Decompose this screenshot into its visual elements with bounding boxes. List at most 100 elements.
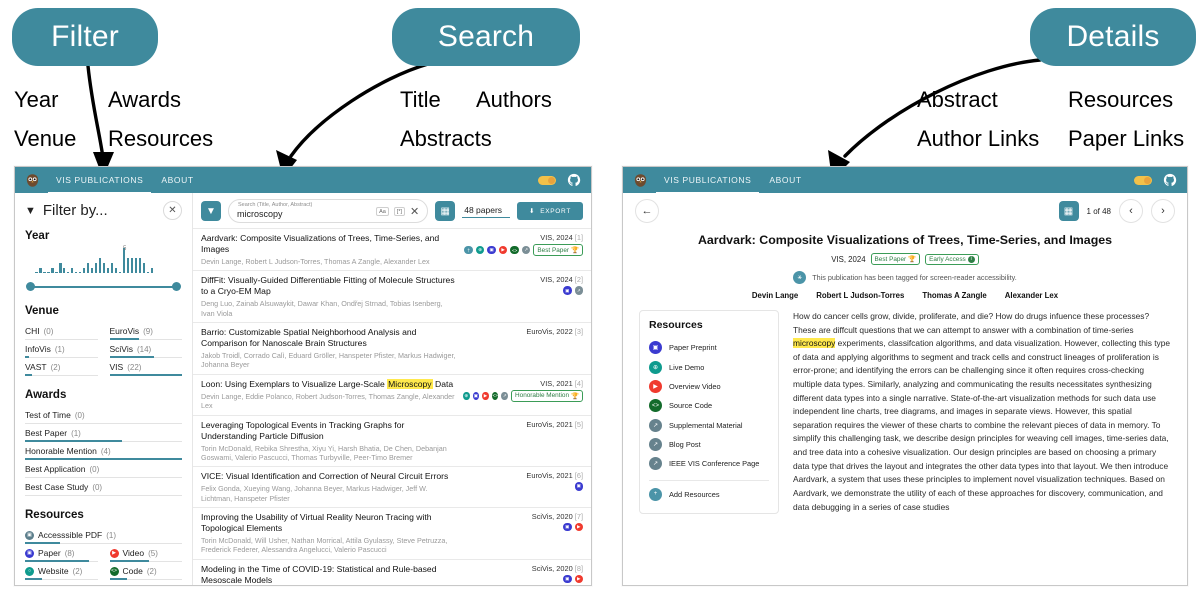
video-icon[interactable]: ▶ — [482, 391, 489, 401]
filter-chip-honorable-mention[interactable]: Honorable Mention (4) — [25, 442, 182, 460]
paper-icon[interactable]: ▣ — [563, 522, 572, 532]
filter-chip-scivis[interactable]: SciVis (14) — [109, 340, 182, 358]
nav-about[interactable]: ABOUT — [159, 170, 195, 190]
filter-chip-code[interactable]: <> Code (2) — [109, 562, 182, 580]
filter-toggle-icon[interactable]: ▼ — [201, 201, 221, 221]
resource-link-ieee-vis-conference-page[interactable]: ↗ IEEE VIS Conference Page — [649, 454, 769, 473]
table-row[interactable]: DiffFit: Visually-Guided Differentiable … — [193, 270, 591, 322]
paper-side: VIS, 2024 [2] ▣ ↗ — [463, 275, 583, 295]
chevron-right-icon[interactable]: › — [1151, 199, 1175, 223]
match-case-icon[interactable]: Aa — [376, 206, 389, 216]
accessible-pdf-icon[interactable]: † — [464, 245, 473, 255]
filter-chip-vis[interactable]: VIS (22) — [109, 358, 182, 376]
filter-chip-chi[interactable]: CHI (0) — [25, 322, 98, 340]
export-button[interactable]: ⬇ EXPORT — [517, 202, 583, 220]
slider-handle-min[interactable] — [26, 282, 35, 291]
github-icon[interactable] — [567, 173, 581, 187]
paper-icon[interactable]: ▣ — [563, 286, 572, 295]
year-bar — [70, 268, 74, 273]
resource-link-source-code[interactable]: <> Source Code — [649, 396, 769, 415]
paper-icon[interactable]: ▣ — [574, 482, 583, 491]
whole-word-icon[interactable]: [*] — [393, 206, 405, 216]
filter-chip-vast[interactable]: VAST (2) — [25, 358, 98, 376]
paper-title[interactable]: Barrio: Customizable Spatial Neighborhoo… — [201, 327, 457, 349]
year-bar — [146, 272, 150, 273]
clear-search-icon[interactable]: ✕ — [410, 205, 419, 218]
filter-chip-best-application[interactable]: Best Application (0) — [25, 460, 182, 478]
paper-title[interactable]: Loon: Using Exemplars to Visualize Large… — [201, 378, 457, 390]
author-link[interactable]: Alexander Lex — [1005, 291, 1058, 300]
author-link[interactable]: Thomas A Zangle — [922, 291, 986, 300]
nav-about[interactable]: ABOUT — [767, 170, 803, 190]
video-icon[interactable]: ▶ — [574, 574, 583, 584]
table-row[interactable]: Aardvark: Composite Visualizations of Tr… — [193, 228, 591, 270]
filter-chip-video[interactable]: ▶ Video (5) — [109, 544, 182, 562]
resource-link-live-demo[interactable]: ⊕ Live Demo — [649, 357, 769, 376]
arrow-left-icon[interactable]: ← — [635, 199, 659, 223]
publication-list[interactable]: Aardvark: Composite Visualizations of Tr… — [193, 228, 591, 585]
resource-label: Supplemental Material — [669, 420, 743, 430]
external-link-icon[interactable]: ↗ — [501, 391, 509, 401]
table-row[interactable]: VICE: Visual Identification and Correcti… — [193, 466, 591, 507]
filter-chip-accesssible-pdf[interactable]: ▣ Accesssible PDF (1) — [25, 526, 182, 544]
add-resources-button[interactable]: + Add Resources — [649, 485, 769, 504]
website-icon[interactable]: ⊕ — [462, 391, 470, 401]
filter-chip-eurovis[interactable]: EuroVis (9) — [109, 322, 182, 340]
grid-view-icon[interactable]: ▦ — [1058, 201, 1079, 221]
paper-title[interactable]: Modeling in the Time of COVID-19: Statis… — [201, 564, 457, 585]
video-icon[interactable]: ▶ — [574, 522, 583, 532]
resource-link-blog-post[interactable]: ↗ Blog Post — [649, 435, 769, 454]
table-row[interactable]: Modeling in the Time of COVID-19: Statis… — [193, 558, 591, 585]
resource-link-supplemental-material[interactable]: ↗ Supplemental Material — [649, 416, 769, 435]
badge-early-access[interactable]: Early Access i — [925, 253, 979, 265]
year-histogram[interactable]: 5 — [25, 246, 182, 281]
table-row[interactable]: Leveraging Topological Events in Trackin… — [193, 414, 591, 467]
paper-main: Modeling in the Time of COVID-19: Statis… — [201, 564, 457, 585]
year-range-slider[interactable] — [25, 282, 182, 292]
filter-chip-count: (1) — [106, 530, 117, 540]
resource-link-overview-video[interactable]: ▶ Overview Video — [649, 377, 769, 396]
paper-title[interactable]: VICE: Visual Identification and Correcti… — [201, 471, 457, 482]
paper-index: [8] — [574, 563, 583, 573]
badge-best-paper[interactable]: Best Paper 🏆 — [870, 253, 921, 265]
external-link-icon[interactable]: ↗ — [521, 245, 531, 255]
website-icon[interactable]: ⊕ — [475, 245, 485, 255]
resource-link-paper-preprint[interactable]: ▣ Paper Preprint — [649, 338, 769, 357]
paper-icon[interactable]: ▣ — [487, 245, 496, 255]
grid-view-icon[interactable]: ▦ — [435, 201, 456, 221]
filter-chip-infovis[interactable]: InfoVis (1) — [25, 340, 98, 358]
chevron-left-icon[interactable]: ‹ — [1119, 199, 1143, 223]
author-link[interactable]: Robert L Judson-Torres — [816, 291, 904, 300]
code-icon[interactable]: <> — [510, 245, 519, 255]
paper-icon[interactable]: ▣ — [563, 574, 572, 584]
close-icon[interactable]: ✕ — [163, 201, 182, 220]
filter-chip-best-paper[interactable]: Best Paper (1) — [25, 424, 182, 442]
paper-title[interactable]: Improving the Usability of Virtual Reali… — [201, 512, 457, 534]
theme-toggle[interactable] — [538, 175, 556, 185]
search-input[interactable]: Search (Title, Author, Abstract) microsc… — [228, 199, 429, 223]
filter-chip-count: (5) — [148, 548, 158, 558]
video-icon[interactable]: ▶ — [498, 245, 508, 255]
paper-title[interactable]: Leveraging Topological Events in Trackin… — [201, 420, 457, 442]
video-icon: ▶ — [109, 548, 119, 558]
external-link-icon[interactable]: ↗ — [574, 286, 583, 295]
filter-chip-test-of-time[interactable]: Test of Time (0) — [25, 406, 182, 424]
filter-chip-website[interactable]: ○ Website (2) — [25, 562, 98, 580]
year-section-title: Year — [25, 230, 50, 242]
paper-icon[interactable]: ▣ — [472, 391, 480, 401]
paper-title[interactable]: DiffFit: Visually-Guided Differentiable … — [201, 275, 457, 297]
slider-handle-max[interactable] — [172, 282, 181, 291]
nav-brand[interactable]: VIS PUBLICATIONS — [47, 170, 152, 195]
theme-toggle[interactable] — [1134, 175, 1152, 185]
year-bar — [58, 263, 62, 273]
table-row[interactable]: Improving the Usability of Virtual Reali… — [193, 506, 591, 559]
table-row[interactable]: Barrio: Customizable Spatial Neighborhoo… — [193, 322, 591, 374]
nav-brand[interactable]: VIS PUBLICATIONS — [655, 170, 760, 195]
filter-chip-best-case-study[interactable]: Best Case Study (0) — [25, 478, 182, 496]
github-icon[interactable] — [1163, 173, 1177, 187]
author-link[interactable]: Devin Lange — [752, 291, 798, 300]
table-row[interactable]: Loon: Using Exemplars to Visualize Large… — [193, 373, 591, 415]
paper-title[interactable]: Aardvark: Composite Visualizations of Tr… — [201, 233, 457, 255]
code-icon[interactable]: <> — [491, 391, 499, 401]
filter-chip-paper[interactable]: ▣ Paper (8) — [25, 544, 98, 562]
